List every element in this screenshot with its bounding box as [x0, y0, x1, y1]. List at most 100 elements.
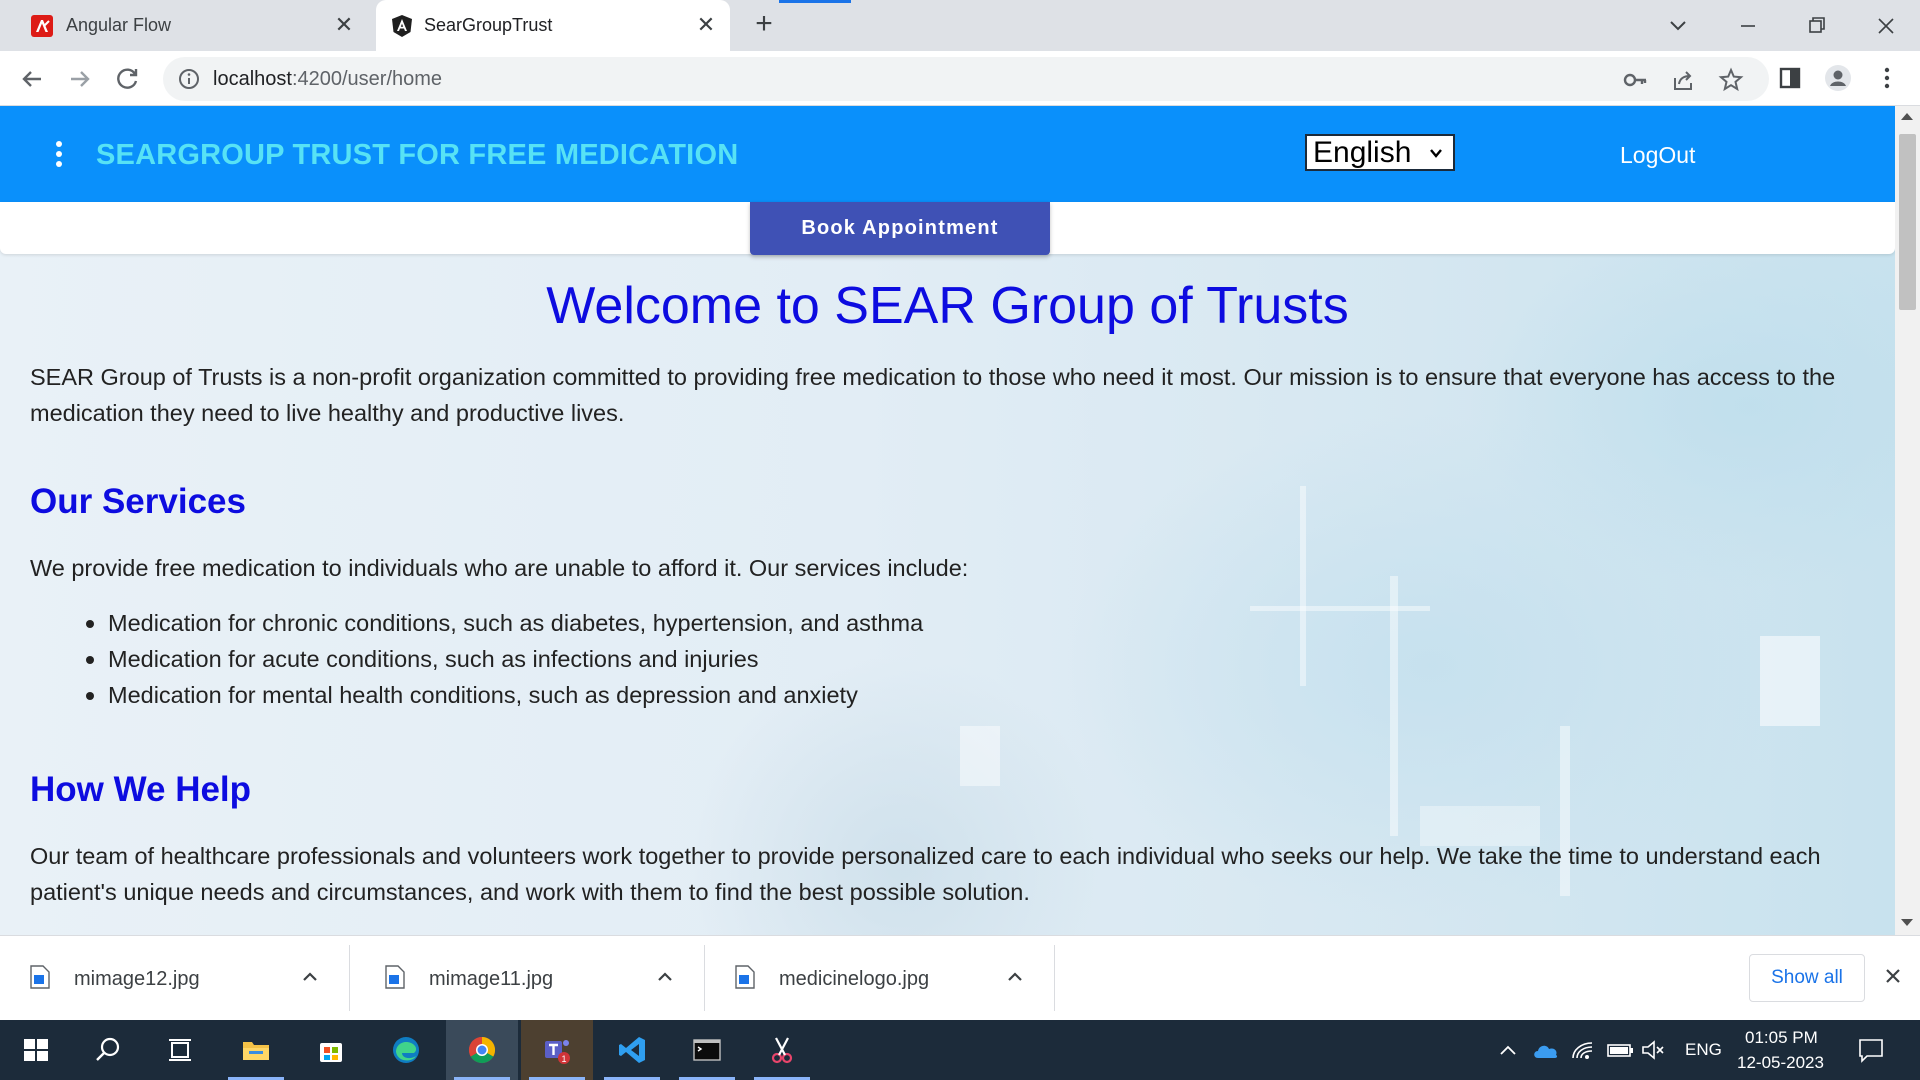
- scissors-icon: [771, 1037, 793, 1064]
- intro-paragraph: SEAR Group of Trusts is a non-profit org…: [30, 364, 1836, 426]
- url-text: localhost:4200/user/home: [213, 68, 442, 91]
- clock-time[interactable]: 01:05 PM: [1745, 1028, 1818, 1048]
- folder-icon: [243, 1042, 269, 1060]
- kebab-menu-icon[interactable]: [52, 138, 66, 170]
- page-viewport: SEARGROUP TRUST FOR FREE MEDICATION Engl…: [0, 106, 1920, 935]
- terminal-icon: [693, 1039, 721, 1061]
- book-appointment-button[interactable]: Book Appointment: [750, 202, 1050, 255]
- taskbar-microsoft-store[interactable]: [295, 1020, 367, 1080]
- download-filename: mimage12.jpg: [74, 968, 200, 990]
- forward-icon[interactable]: [62, 61, 98, 97]
- new-tab-button[interactable]: +: [749, 9, 779, 40]
- chevron-up-icon[interactable]: [1498, 1040, 1518, 1060]
- browser-toolbar: localhost:4200/user/home: [0, 51, 1920, 106]
- image-file-icon: [385, 965, 405, 989]
- more-menu-icon[interactable]: [1872, 63, 1902, 93]
- restore-icon[interactable]: [1797, 8, 1837, 44]
- battery-icon[interactable]: [1605, 1038, 1635, 1062]
- taskbar-vscode[interactable]: [596, 1020, 668, 1080]
- site-info-icon[interactable]: [177, 67, 201, 91]
- appointment-bar: Book Appointment: [0, 202, 1895, 255]
- taskbar-file-explorer[interactable]: [220, 1020, 292, 1080]
- logout-link[interactable]: LogOut: [1620, 142, 1695, 169]
- download-filename: mimage11.jpg: [429, 968, 554, 990]
- service-text: Medication for mental health conditions,…: [108, 682, 858, 708]
- scroll-down-arrow-icon[interactable]: [1901, 919, 1913, 926]
- taskbar-chrome[interactable]: [446, 1020, 518, 1080]
- key-icon[interactable]: [1622, 67, 1648, 93]
- image-file-icon: [735, 965, 755, 989]
- teams-icon: 1: [545, 1040, 570, 1064]
- chevron-up-icon[interactable]: [300, 967, 320, 987]
- service-text: Medication for acute conditions, such as…: [108, 646, 759, 672]
- help-paragraph: Our team of healthcare professionals and…: [30, 843, 1821, 905]
- app-header: SEARGROUP TRUST FOR FREE MEDICATION Engl…: [0, 106, 1895, 202]
- services-heading: Our Services: [30, 482, 246, 521]
- windows-taskbar: 1 ENG 01:05 PM 12-05-2023: [0, 1020, 1920, 1080]
- share-icon[interactable]: [1670, 67, 1696, 93]
- service-text: Medication for chronic conditions, such …: [108, 610, 924, 636]
- download-item[interactable]: mimage11.jpg: [355, 945, 705, 1011]
- services-paragraph: We provide free medication to individual…: [30, 555, 969, 581]
- url-path: :4200/user/home: [291, 68, 443, 90]
- tab-search-chevron-icon[interactable]: [1658, 8, 1698, 44]
- input-language-indicator[interactable]: ENG: [1685, 1040, 1722, 1060]
- bullet-icon: [86, 656, 94, 664]
- close-icon[interactable]: [1882, 965, 1904, 987]
- chevron-down-icon: [1430, 149, 1442, 158]
- address-bar[interactable]: localhost:4200/user/home: [163, 57, 1769, 101]
- edge-icon: [393, 1037, 419, 1063]
- services-list: Medication for chronic conditions, such …: [86, 605, 924, 713]
- close-tab-icon[interactable]: ✕: [332, 13, 356, 37]
- reload-icon[interactable]: [110, 61, 146, 97]
- side-panel-icon[interactable]: [1775, 63, 1805, 93]
- tab-seargrouptrust[interactable]: SearGroupTrust ✕: [376, 0, 730, 51]
- notifications-icon[interactable]: [1857, 1037, 1885, 1063]
- scrollbar-thumb[interactable]: [1899, 134, 1916, 310]
- tab-title: SearGroupTrust: [424, 15, 553, 35]
- bookmark-star-icon[interactable]: [1718, 67, 1744, 93]
- download-shelf: mimage12.jpg mimage11.jpg medicinelogo.j…: [0, 935, 1920, 1020]
- store-icon: [320, 1043, 342, 1062]
- show-all-downloads-button[interactable]: Show all: [1749, 954, 1865, 1002]
- taskbar-snipping-tool[interactable]: [746, 1020, 818, 1080]
- tab-title: Angular Flow: [66, 15, 172, 35]
- search-icon: [96, 1037, 120, 1061]
- loading-indicator: [779, 0, 851, 3]
- language-select[interactable]: English: [1305, 134, 1455, 171]
- scroll-up-arrow-icon[interactable]: [1901, 113, 1913, 120]
- taskbar-terminal[interactable]: [671, 1020, 743, 1080]
- url-host: localhost: [213, 68, 292, 90]
- list-item: Medication for mental health conditions,…: [86, 677, 923, 713]
- download-item[interactable]: mimage12.jpg: [0, 945, 350, 1011]
- task-view-button[interactable]: [144, 1020, 216, 1080]
- download-filename: medicinelogo.jpg: [779, 968, 930, 990]
- bullet-icon: [86, 692, 94, 700]
- search-button[interactable]: [72, 1020, 144, 1080]
- onedrive-cloud-icon[interactable]: [1532, 1038, 1560, 1062]
- tab-angular-flow[interactable]: Angular Flow ✕: [8, 0, 368, 51]
- close-window-icon[interactable]: [1866, 8, 1906, 44]
- taskbar-edge[interactable]: [370, 1020, 442, 1080]
- back-icon[interactable]: [14, 61, 50, 97]
- chevron-up-icon[interactable]: [1005, 967, 1025, 987]
- page-scrollbar[interactable]: [1895, 106, 1920, 935]
- chrome-icon: [468, 1036, 496, 1064]
- volume-muted-icon[interactable]: [1640, 1038, 1666, 1062]
- wifi-icon[interactable]: [1570, 1038, 1596, 1062]
- close-tab-icon[interactable]: ✕: [694, 13, 718, 37]
- teams-notification-badge: 1: [562, 1054, 567, 1064]
- start-button[interactable]: [0, 1020, 72, 1080]
- minimize-icon[interactable]: [1728, 8, 1768, 44]
- language-selected-value: English: [1313, 136, 1412, 169]
- angular-flow-icon: [31, 15, 53, 37]
- clock-date[interactable]: 12-05-2023: [1737, 1053, 1824, 1073]
- vscode-icon: [619, 1037, 645, 1063]
- download-item[interactable]: medicinelogo.jpg: [705, 945, 1055, 1011]
- taskbar-teams[interactable]: 1: [521, 1020, 593, 1080]
- help-heading: How We Help: [30, 770, 252, 809]
- profile-avatar-icon[interactable]: [1823, 63, 1853, 93]
- chevron-up-icon[interactable]: [655, 967, 675, 987]
- list-item: Medication for acute conditions, such as…: [86, 641, 923, 677]
- app-brand-title: SEARGROUP TRUST FOR FREE MEDICATION: [96, 139, 739, 171]
